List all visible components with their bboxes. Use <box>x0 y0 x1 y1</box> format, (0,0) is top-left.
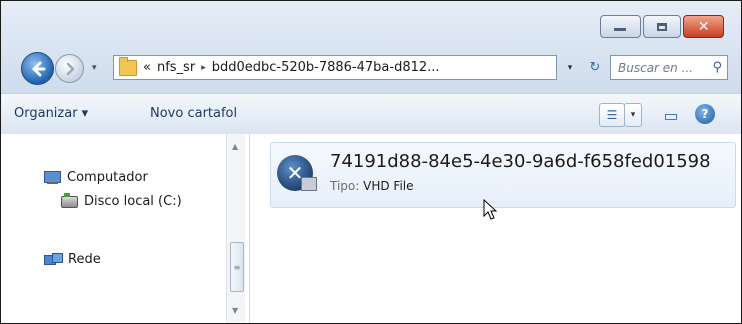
chevron-down-icon: ▾ <box>630 110 636 120</box>
sidebar-item-label: Disco local (C:) <box>84 194 182 209</box>
address-bar[interactable]: « nfs_sr ▸ bdd0edbc-520b-7886-47ba-d812.… <box>113 55 557 80</box>
sidebar-item-local-disk[interactable]: Disco local (C:) <box>61 192 182 209</box>
back-arrow-icon <box>32 61 45 76</box>
command-bar: Organizar ▾ Novo cartafol ☰ ▾ ▭ ? <box>1 93 741 135</box>
network-icon <box>44 253 63 266</box>
navigation-scrollbar[interactable]: ▲ ≡ ▼ <box>226 134 245 323</box>
change-view-button[interactable]: ☰ <box>599 103 625 127</box>
navigation-bar: ▾ « nfs_sr ▸ bdd0edbc-520b-7886-47ba-d81… <box>15 51 735 85</box>
file-type: Tipo: VHD File <box>330 179 414 193</box>
window-controls: ✕ <box>600 15 726 38</box>
new-folder-button[interactable]: Novo cartafol <box>150 106 237 121</box>
minimize-icon <box>614 28 627 31</box>
sidebar-item-label: Computador <box>67 170 148 185</box>
breadcrumb-current-folder[interactable]: bdd0edbc-520b-7886-47ba-d812... <box>212 60 440 75</box>
recent-pages-dropdown[interactable]: ▾ <box>92 63 97 73</box>
search-input[interactable]: Buscar en ... ⚲ <box>610 55 728 80</box>
folder-icon <box>119 56 137 76</box>
grip-icon: ≡ <box>233 262 241 272</box>
file-name: 74191d88-84e5-4e30-9a6d-f658fed01598 <box>330 151 711 172</box>
search-icon[interactable]: ⚲ <box>712 60 722 75</box>
scroll-thumb[interactable]: ≡ <box>230 242 244 292</box>
close-button[interactable]: ✕ <box>683 15 724 38</box>
computer-icon <box>44 171 61 184</box>
file-badge-icon <box>301 177 317 191</box>
sidebar-item-network[interactable]: Rede <box>44 252 101 267</box>
view-options-dropdown[interactable]: ▾ <box>624 103 642 127</box>
breadcrumb-nfs-sr[interactable]: nfs_sr <box>157 60 195 75</box>
address-dropdown-button[interactable]: ▾ <box>560 55 580 80</box>
breadcrumb-separator-icon[interactable]: ▸ <box>201 63 206 73</box>
file-list: ✕ 74191d88-84e5-4e30-9a6d-f658fed01598 T… <box>250 134 741 323</box>
preview-pane-button[interactable]: ▭ <box>658 103 684 127</box>
search-placeholder: Buscar en ... <box>618 60 694 75</box>
disk-icon <box>61 192 78 208</box>
file-type-value: VHD File <box>363 179 414 193</box>
sidebar-item-label: Rede <box>68 252 101 267</box>
mouse-cursor-icon <box>483 199 498 220</box>
window-header: ✕ ▾ « nfs_sr ▸ bdd0edbc-520b-7886-47ba-d… <box>1 1 741 93</box>
explorer-window: ✕ ▾ « nfs_sr ▸ bdd0edbc-520b-7886-47ba-d… <box>0 0 742 324</box>
maximize-button[interactable] <box>642 15 682 38</box>
back-button[interactable] <box>21 52 54 85</box>
forward-arrow-icon <box>66 62 75 75</box>
maximize-icon <box>657 22 667 31</box>
refresh-button[interactable]: ↻ <box>584 55 606 80</box>
sidebar-item-computer[interactable]: Computador <box>44 170 148 185</box>
scroll-down-icon[interactable]: ▼ <box>232 306 238 315</box>
navigation-pane: Computador Disco local (C:) Rede ▲ ≡ ▼ <box>1 134 250 323</box>
help-button[interactable]: ? <box>695 104 715 124</box>
view-icon: ☰ <box>606 108 618 122</box>
file-type-label: Tipo: <box>330 179 360 193</box>
address-overflow[interactable]: « <box>143 60 151 75</box>
organize-button[interactable]: Organizar ▾ <box>14 106 88 121</box>
list-item[interactable]: ✕ 74191d88-84e5-4e30-9a6d-f658fed01598 T… <box>270 142 736 220</box>
help-icon: ? <box>701 107 709 121</box>
preview-pane-icon: ▭ <box>663 105 679 125</box>
close-icon: ✕ <box>697 18 710 35</box>
scroll-up-icon[interactable]: ▲ <box>232 142 238 151</box>
minimize-button[interactable] <box>600 15 641 38</box>
forward-button[interactable] <box>55 54 84 83</box>
